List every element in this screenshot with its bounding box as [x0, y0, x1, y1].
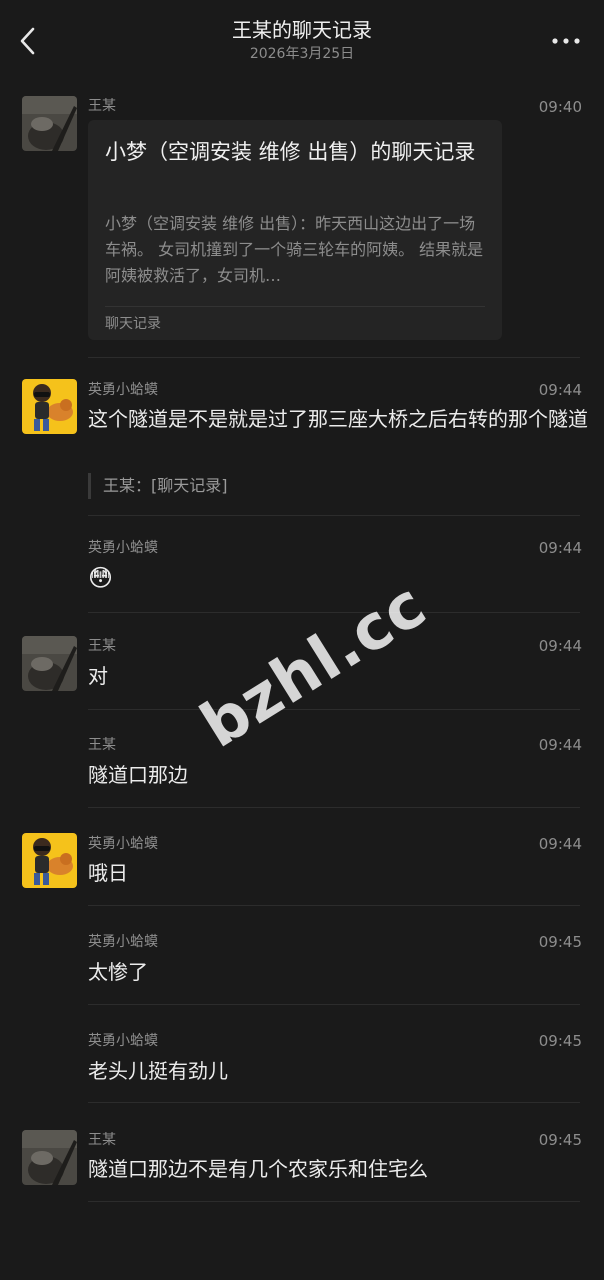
- message-text: 老头儿挺有劲儿: [88, 1059, 228, 1083]
- message-emoji: 😳: [88, 564, 114, 592]
- message-text: 隧道口那边: [88, 763, 188, 787]
- more-button[interactable]: [548, 30, 584, 52]
- sender-name: 王某: [88, 98, 116, 114]
- sender-name: 英勇小蛤蟆: [88, 1033, 158, 1049]
- avatar-photo-icon: [22, 1130, 77, 1185]
- divider: [88, 709, 580, 710]
- message-time: 09:45: [538, 933, 582, 951]
- avatar[interactable]: [22, 833, 77, 888]
- title-block: 王某的聊天记录 2026年3月25日: [0, 16, 604, 64]
- more-dots-icon: [552, 38, 580, 44]
- message-text: 哦日: [88, 861, 128, 885]
- message-text: 太惨了: [88, 960, 148, 984]
- message-text: 这个隧道是不是就是过了那三座大桥之后右转的那个隧道: [88, 407, 588, 431]
- avatar-photo-icon: [22, 96, 77, 151]
- divider: [88, 1201, 580, 1202]
- sender-name: 王某: [88, 737, 116, 753]
- message-text: 隧道口那边不是有几个农家乐和住宅么: [88, 1157, 428, 1181]
- sender-name: 英勇小蛤蟆: [88, 382, 158, 398]
- page-title: 王某的聊天记录: [232, 18, 372, 42]
- avatar-photo-icon: [22, 636, 77, 691]
- avatar-cartoon-icon: [22, 379, 77, 434]
- message-time: 09:44: [538, 637, 582, 655]
- top-bar: 王某的聊天记录 2026年3月25日: [0, 0, 604, 80]
- divider: [88, 905, 580, 906]
- message-time: 09:44: [538, 381, 582, 399]
- sender-name: 英勇小蛤蟆: [88, 540, 158, 556]
- avatar[interactable]: [22, 379, 77, 434]
- card-title: 小梦（空调安装 维修 出售）的聊天记录: [105, 140, 476, 164]
- card-description: 小梦（空调安装 维修 出售）：昨天西山这边出了一场车祸。 女司机撞到了一个骑三轮…: [105, 214, 484, 285]
- avatar[interactable]: [22, 1130, 77, 1185]
- chat-history-card[interactable]: 小梦（空调安装 维修 出售）的聊天记录 小梦（空调安装 维修 出售）：昨天西山这…: [88, 120, 502, 340]
- card-footer: 聊天记录: [105, 316, 161, 332]
- card-divider: [105, 306, 485, 307]
- divider: [88, 515, 580, 516]
- message-time: 09:44: [538, 736, 582, 754]
- message-time: 09:44: [538, 835, 582, 853]
- message-text: 对: [88, 664, 108, 688]
- page-date: 2026年3月25日: [249, 46, 355, 62]
- quoted-message[interactable]: 王某：[聊天记录]: [88, 473, 228, 499]
- divider: [88, 612, 580, 613]
- avatar[interactable]: [22, 636, 77, 691]
- sender-name: 王某: [88, 638, 116, 654]
- message-time: 09:40: [538, 98, 582, 116]
- sender-name: 英勇小蛤蟆: [88, 836, 158, 852]
- divider: [88, 1102, 580, 1103]
- divider: [88, 807, 580, 808]
- message-time: 09:45: [538, 1032, 582, 1050]
- avatar-cartoon-icon: [22, 833, 77, 888]
- divider: [88, 1004, 580, 1005]
- sender-name: 王某: [88, 1132, 116, 1148]
- message-time: 09:45: [538, 1131, 582, 1149]
- message-time: 09:44: [538, 539, 582, 557]
- sender-name: 英勇小蛤蟆: [88, 934, 158, 950]
- avatar[interactable]: [22, 96, 77, 151]
- divider: [88, 357, 580, 358]
